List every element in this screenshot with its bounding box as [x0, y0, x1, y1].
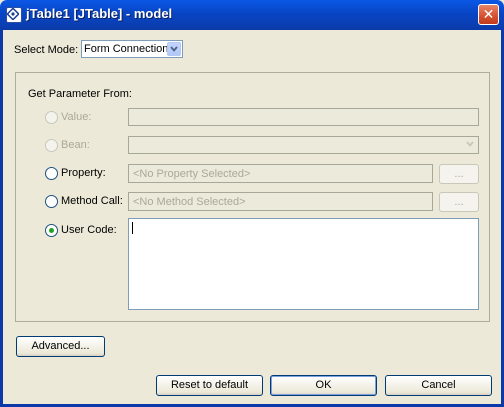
- window-title: jTable1 [JTable] - model: [26, 6, 173, 21]
- panel-title: Get Parameter From:: [28, 88, 132, 100]
- text-caret: [132, 222, 133, 234]
- user-code-label: User Code:: [61, 224, 117, 236]
- method-call-field[interactable]: <No Method Selected>: [128, 192, 433, 211]
- radio-selected-dot: [49, 228, 54, 233]
- select-mode-label: Select Mode:: [14, 44, 79, 56]
- bean-label: Bean:: [61, 139, 90, 151]
- app-icon: [6, 7, 22, 23]
- property-field[interactable]: <No Property Selected>: [128, 164, 433, 183]
- value-label: Value:: [61, 111, 92, 123]
- title-bar[interactable]: jTable1 [JTable] - model ✕: [0, 0, 504, 30]
- select-mode-dropdown[interactable]: Form Connection: [81, 40, 183, 58]
- method-call-placeholder: <No Method Selected>: [133, 196, 246, 208]
- ok-button[interactable]: OK: [270, 375, 377, 396]
- value-field[interactable]: [128, 108, 479, 126]
- property-placeholder: <No Property Selected>: [133, 168, 251, 180]
- value-radio[interactable]: [45, 111, 58, 124]
- property-label: Property:: [61, 167, 106, 179]
- property-radio[interactable]: [45, 167, 58, 180]
- chevron-down-icon[interactable]: [167, 42, 181, 56]
- property-browse-button[interactable]: ...: [439, 164, 479, 184]
- user-code-radio[interactable]: [45, 224, 58, 237]
- method-call-radio[interactable]: [45, 195, 58, 208]
- select-mode-value: Form Connection: [84, 43, 169, 55]
- cancel-button[interactable]: Cancel: [385, 375, 492, 396]
- bean-radio[interactable]: [45, 139, 58, 152]
- method-call-label: Method Call:: [61, 195, 123, 207]
- user-code-textarea[interactable]: [128, 218, 479, 310]
- advanced-button[interactable]: Advanced...: [16, 336, 105, 357]
- bean-dropdown[interactable]: [128, 136, 479, 154]
- close-icon: ✕: [482, 6, 495, 22]
- chevron-down-icon[interactable]: [464, 138, 476, 153]
- reset-to-default-button[interactable]: Reset to default: [156, 375, 263, 396]
- close-button[interactable]: ✕: [478, 4, 499, 25]
- method-call-browse-button[interactable]: ...: [439, 192, 479, 212]
